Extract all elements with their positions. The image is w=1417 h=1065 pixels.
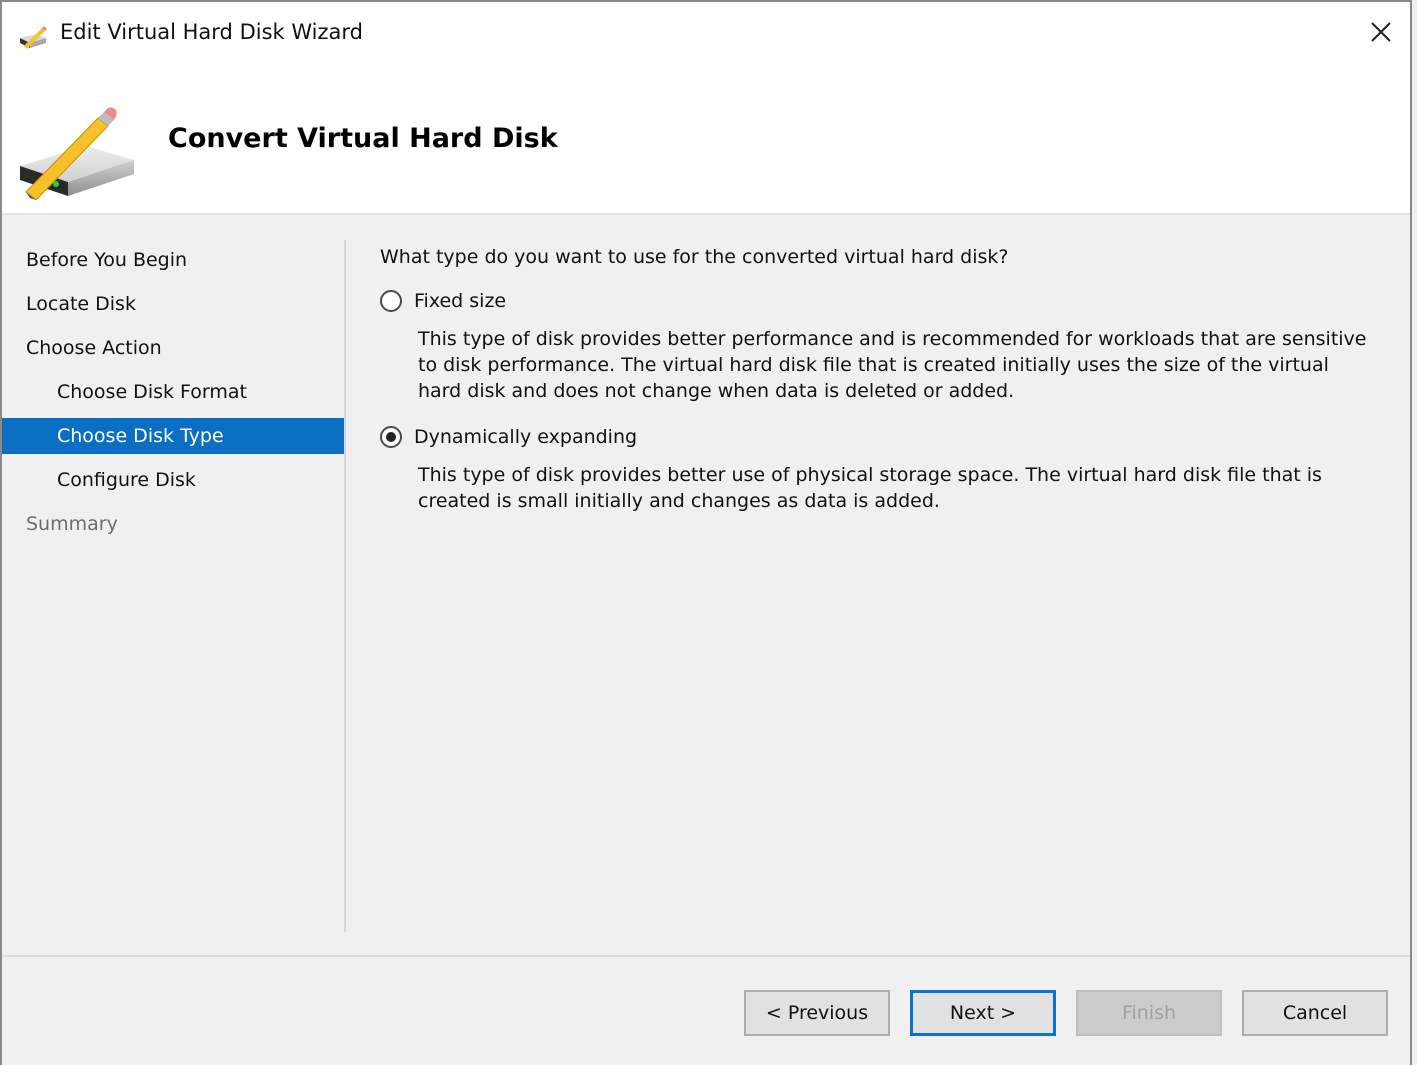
step-before-you-begin[interactable]: Before You Begin <box>2 238 344 282</box>
dynamically-expanding-description: This type of disk provides better use of… <box>418 464 1322 512</box>
step-choose-disk-format[interactable]: Choose Disk Format <box>2 370 344 414</box>
window-title: Edit Virtual Hard Disk Wizard <box>60 20 363 44</box>
finish-button: Finish <box>1076 990 1222 1036</box>
next-button[interactable]: Next > <box>910 990 1056 1036</box>
title-bar: Edit Virtual Hard Disk Wizard <box>2 2 1410 68</box>
close-button[interactable] <box>1358 12 1404 56</box>
footer-divider <box>2 955 1410 957</box>
step-choose-disk-type[interactable]: Choose Disk Type <box>2 418 344 454</box>
dynamically-expanding-label[interactable]: Dynamically expanding <box>414 426 637 448</box>
fixed-size-label[interactable]: Fixed size <box>414 290 506 312</box>
wizard-window: Edit Virtual Hard Disk Wizard Convert Vi… <box>0 0 1412 1065</box>
content-panel: What type do you want to use for the con… <box>380 246 1370 514</box>
previous-button[interactable]: < Previous <box>744 990 890 1036</box>
step-summary: Summary <box>26 513 118 535</box>
disk-edit-icon <box>18 22 50 50</box>
step-locate-disk[interactable]: Locate Disk <box>2 282 344 326</box>
virtual-disk-edit-icon <box>16 104 136 201</box>
fixed-size-radio[interactable] <box>380 290 402 312</box>
step-configure-disk[interactable]: Configure Disk <box>2 458 344 502</box>
cancel-button[interactable]: Cancel <box>1242 990 1388 1036</box>
dynamically-expanding-option[interactable]: Dynamically expanding <box>380 426 1370 448</box>
button-bar: < Previous Next > Finish Cancel <box>744 990 1388 1036</box>
fixed-size-description: This type of disk provides better perfor… <box>418 328 1367 402</box>
dynamically-expanding-radio[interactable] <box>380 426 402 448</box>
page-title: Convert Virtual Hard Disk <box>168 123 558 154</box>
step-choose-action[interactable]: Choose Action <box>2 326 344 370</box>
question-text: What type do you want to use for the con… <box>380 246 1009 268</box>
wizard-steps: Before You Begin Locate Disk Choose Acti… <box>2 238 344 546</box>
wizard-header: Convert Virtual Hard Disk <box>2 68 1410 215</box>
close-icon <box>1370 21 1392 47</box>
fixed-size-option[interactable]: Fixed size <box>380 290 1370 312</box>
nav-divider <box>344 240 346 932</box>
